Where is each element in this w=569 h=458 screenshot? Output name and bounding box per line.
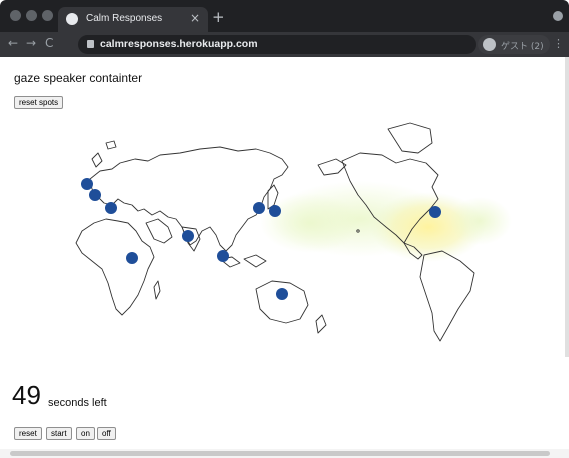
reset-button[interactable]: reset [14, 427, 42, 440]
favicon-icon [66, 13, 78, 25]
timer-label: seconds left [48, 397, 107, 409]
browser-window: Calm Responses × + ← → C calmresponses.h… [0, 0, 569, 458]
marker-korea[interactable] [253, 202, 265, 214]
timer-value: 49 [12, 380, 41, 410]
heatmap-overlay [260, 181, 512, 262]
page-content: gaze speaker containter reset spots 49 s… [0, 57, 569, 458]
tab-calm-responses[interactable]: Calm Responses × [58, 7, 208, 32]
tab-search-icon[interactable] [553, 11, 563, 21]
vertical-scrollbar[interactable] [565, 57, 569, 357]
url-text: calmresponses.herokuapp.com [100, 38, 258, 50]
start-button[interactable]: start [46, 427, 72, 440]
world-map[interactable] [60, 119, 520, 344]
marker-usa[interactable] [429, 206, 441, 218]
back-button[interactable]: ← [8, 36, 18, 50]
browser-menu-icon[interactable]: ⋮ [553, 37, 564, 50]
marker-india[interactable] [182, 230, 194, 242]
profile-label: ゲスト (2) [501, 42, 544, 52]
address-bar[interactable]: calmresponses.herokuapp.com [78, 35, 476, 54]
maximize-window-icon[interactable] [42, 10, 53, 21]
close-window-icon[interactable] [10, 10, 21, 21]
off-button[interactable]: off [97, 427, 116, 440]
address-toolbar: ← → C calmresponses.herokuapp.com ゲスト (2… [0, 32, 569, 57]
close-tab-icon[interactable]: × [190, 11, 200, 25]
forward-button[interactable]: → [26, 36, 36, 50]
marker-australia[interactable] [276, 288, 288, 300]
marker-singapore[interactable] [217, 250, 229, 262]
reload-button[interactable]: C [45, 36, 53, 50]
marker-nigeria[interactable] [126, 252, 138, 264]
horizontal-scrollbar[interactable] [10, 451, 550, 456]
new-tab-button[interactable]: + [212, 8, 225, 26]
tab-title: Calm Responses [86, 13, 163, 24]
avatar-icon [483, 38, 496, 51]
on-button[interactable]: on [76, 427, 95, 440]
tab-strip: Calm Responses × + [0, 0, 569, 32]
lock-icon [87, 40, 94, 48]
reset-spots-button[interactable]: reset spots [14, 96, 64, 109]
marker-france[interactable] [105, 202, 117, 214]
marker-uk[interactable] [89, 189, 101, 201]
profile-button[interactable]: ゲスト (2) [478, 35, 550, 54]
minimize-window-icon[interactable] [26, 10, 37, 21]
page-title: gaze speaker containter [14, 71, 143, 85]
marker-ireland[interactable] [81, 178, 93, 190]
marker-japan[interactable] [269, 205, 281, 217]
